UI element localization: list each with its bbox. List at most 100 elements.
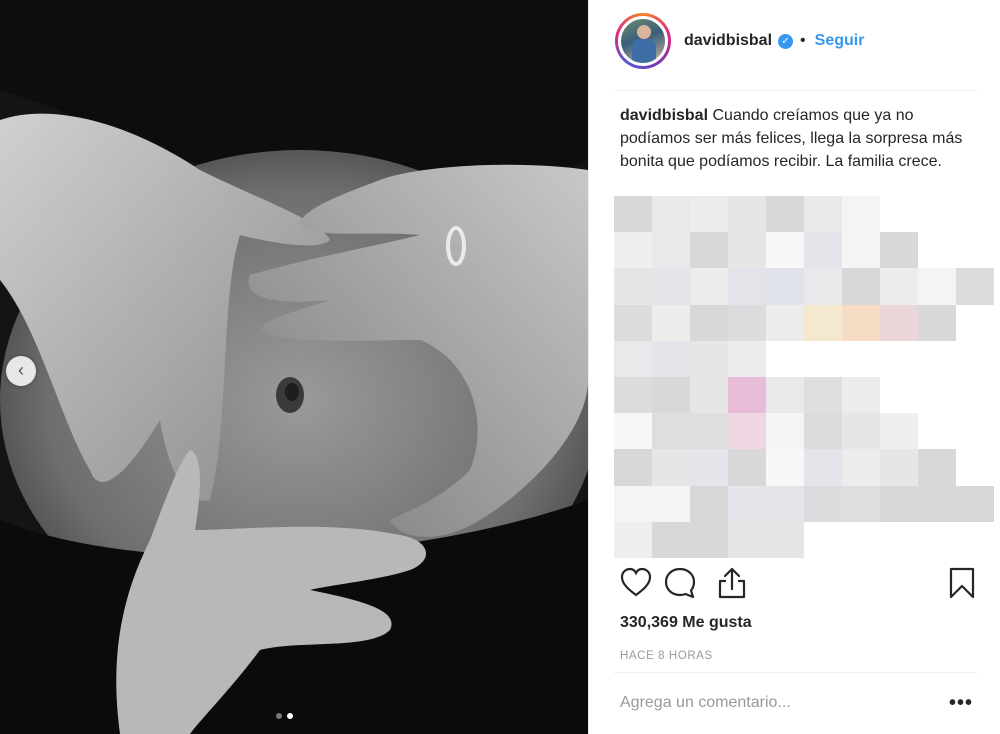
mosaic-cell [728,196,766,233]
mosaic-cell [652,340,690,377]
mosaic-cell [918,232,956,269]
carousel-prev-button[interactable]: ‹ [6,356,36,386]
bookmark-icon[interactable] [945,565,979,601]
more-options-icon[interactable]: ••• [949,692,973,715]
mosaic-cell [804,485,842,522]
mosaic-cell [842,413,880,450]
mosaic-cell [690,340,728,377]
mosaic-cell [728,485,766,522]
likes-count[interactable]: 330,369 Me gusta [620,614,752,632]
carousel-dot [276,713,282,719]
mosaic-cell [842,376,880,414]
mosaic-cell [842,196,880,233]
mosaic-cell [956,268,994,305]
mosaic-cell [690,196,728,233]
mosaic-cell [690,268,728,305]
mosaic-cell [918,196,956,233]
mosaic-cell [690,413,728,450]
post-photo[interactable]: ‹ [0,0,588,734]
mosaic-cell [766,340,804,377]
header-divider [614,90,977,91]
mosaic-cell [918,449,956,486]
mosaic-cell [880,268,918,305]
mosaic-cell [880,196,918,233]
mosaic-cell [728,521,766,558]
mosaic-cell [766,413,804,450]
mosaic-cell [804,196,842,233]
avatar [618,16,668,66]
mosaic-cell [728,449,766,486]
mosaic-cell [728,413,766,450]
comment-bubble-icon[interactable] [663,565,697,601]
mosaic-cell [804,340,842,377]
post-header: davidbisbal ✓ • Seguir [589,0,1000,82]
mosaic-cell [652,304,690,341]
caption-username-link[interactable]: davidbisbal [620,107,708,124]
mosaic-cell [766,521,804,558]
mosaic-cell [880,485,918,522]
mosaic-cell [956,413,994,450]
mosaic-cell [728,232,766,269]
mosaic-cell [880,304,918,341]
mosaic-cell [614,485,652,522]
mosaic-cell [766,232,804,269]
mosaic-cell [880,376,918,414]
mosaic-cell [804,376,842,414]
carousel-indicator [276,713,293,719]
mosaic-cell [652,413,690,450]
avatar-story-ring[interactable] [615,13,671,69]
mosaic-cell [880,521,918,558]
mosaic-cell [652,196,690,233]
mosaic-cell [652,376,690,414]
carousel-dot-active [287,713,293,719]
mosaic-cell [766,449,804,486]
mosaic-cell [842,521,880,558]
mosaic-cell [614,232,652,269]
mosaic-cell [690,521,728,558]
comment-input[interactable] [620,694,920,712]
mosaic-cell [880,449,918,486]
mosaic-cell [804,268,842,305]
verified-badge-icon: ✓ [778,33,794,49]
mosaic-cell [766,196,804,233]
mosaic-cell [804,449,842,486]
mosaic-cell [842,304,880,341]
mosaic-cell [766,485,804,522]
mosaic-cell [842,449,880,486]
post-timestamp[interactable]: HACE 8 HORAS [620,650,713,662]
mosaic-cell [652,232,690,269]
mosaic-cell [918,413,956,450]
mosaic-cell [614,268,652,305]
username-link[interactable]: davidbisbal [684,32,772,50]
mosaic-cell [918,521,956,558]
mosaic-cell [690,485,728,522]
separator-bullet: • [800,32,806,49]
mosaic-cell [614,521,652,558]
follow-button[interactable]: Seguir [815,32,865,50]
post-panel: davidbisbal ✓ • Seguir davidbisbal Cuand… [588,0,1000,734]
mosaic-cell [956,449,994,486]
mosaic-cell [956,521,994,558]
mosaic-cell [842,340,880,377]
heart-icon[interactable] [619,565,653,601]
share-icon[interactable] [715,565,749,601]
mosaic-cell [652,449,690,486]
post-caption: davidbisbal Cuando creíamos que ya no po… [620,104,980,173]
mosaic-cell [956,376,994,414]
mosaic-cell [690,304,728,341]
mosaic-cell [690,449,728,486]
mosaic-cell [956,304,994,341]
mosaic-cell [804,232,842,269]
mosaic-cell [918,485,956,522]
mosaic-cell [842,232,880,269]
mosaic-cell [918,268,956,305]
comment-divider [614,672,977,673]
mosaic-cell [766,376,804,414]
mosaic-cell [652,485,690,522]
action-bar [619,565,979,601]
mosaic-cell [956,340,994,377]
mosaic-cell [614,413,652,450]
mosaic-cell [880,340,918,377]
mosaic-cell [766,268,804,305]
mosaic-cell [842,485,880,522]
